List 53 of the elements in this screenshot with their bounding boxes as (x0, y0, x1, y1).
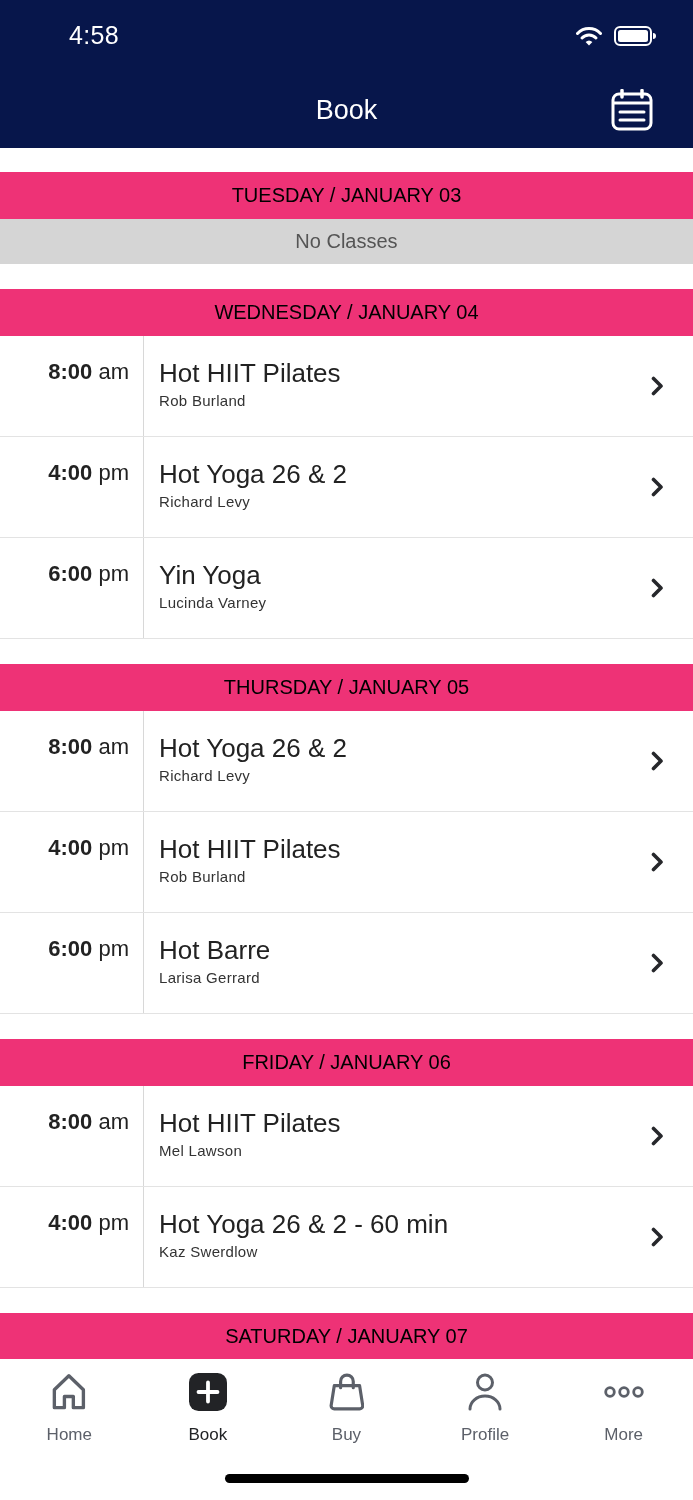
chevron-icon[interactable] (651, 751, 664, 771)
class-name: Hot HIIT Pilates (159, 833, 341, 865)
class-time: 4:00 pm (48, 1209, 129, 1237)
class-time: 4:00 pm (48, 459, 129, 487)
instructor-name: Lucinda Varney (159, 593, 267, 613)
class-name: Hot Yoga 26 & 2 (159, 458, 347, 490)
tab-bar-item[interactable]: Profile (415, 1373, 555, 1454)
instructor-name: Larisa Gerrard (159, 968, 260, 988)
class-name: Hot HIIT Pilates (159, 357, 341, 389)
class-name: Hot Barre (159, 934, 271, 966)
tab-bar-item[interactable]: Home (0, 1373, 139, 1454)
class-time: 8:00 am (48, 1108, 129, 1136)
instructor-name: Rob Burland (159, 867, 246, 887)
wifi-icon (576, 26, 602, 46)
chevron-icon[interactable] (651, 376, 664, 396)
class-time: 8:00 am (48, 733, 129, 761)
chevron-icon[interactable] (651, 477, 664, 497)
tab-bar-item[interactable]: Book (138, 1373, 278, 1454)
instructor-name: Rob Burland (159, 391, 246, 411)
class-name: Hot Yoga 26 & 2 (159, 732, 347, 764)
person-icon (468, 1373, 503, 1411)
class-time: 4:00 pm (48, 834, 129, 862)
instructor-name: Richard Levy (159, 492, 251, 512)
instructor-name: Mel Lawson (159, 1141, 243, 1161)
chevron-icon[interactable] (651, 852, 664, 872)
tab-bar-item[interactable]: More (554, 1373, 693, 1454)
plus-square-icon (188, 1373, 227, 1411)
chevron-icon[interactable] (651, 578, 664, 598)
class-time: 8:00 am (48, 358, 129, 386)
day-header: THURSDAY / JANUARY 05 (0, 664, 693, 711)
more-icon (603, 1386, 644, 1398)
status-time: 4:58 (69, 21, 119, 50)
instructor-name: Richard Levy (159, 766, 251, 786)
instructor-name: Kaz Swerdlow (159, 1242, 258, 1262)
class-time: 6:00 pm (48, 935, 129, 963)
day-header: TUESDAY / JANUARY 03 (0, 172, 693, 219)
class-name: Hot Yoga 26 & 2 - 60 min (159, 1208, 449, 1240)
tab-bar-item[interactable]: Buy (277, 1373, 416, 1454)
chevron-icon[interactable] (651, 1126, 664, 1146)
empty-notice: No Classes (0, 219, 693, 264)
day-header: FRIDAY / JANUARY 06 (0, 1039, 693, 1086)
class-name: Hot HIIT Pilates (159, 1107, 341, 1139)
home-icon (51, 1373, 88, 1411)
battery-icon (614, 26, 656, 46)
calendar-icon[interactable] (611, 89, 653, 131)
chevron-icon[interactable] (651, 1227, 664, 1247)
shopping-bag-icon (328, 1373, 365, 1411)
class-time: 6:00 pm (48, 560, 129, 588)
page-title: Book (315, 94, 378, 126)
day-header: WEDNESDAY / JANUARY 04 (0, 289, 693, 336)
day-header: SATURDAY / JANUARY 07 (0, 1313, 693, 1359)
chevron-icon[interactable] (651, 953, 664, 973)
class-name: Yin Yoga (159, 559, 261, 591)
